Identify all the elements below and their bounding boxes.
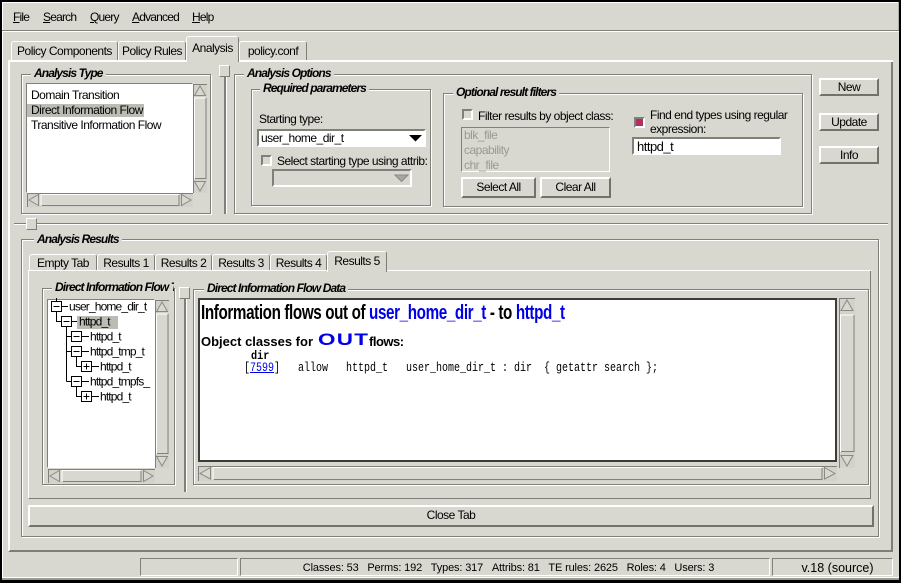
svg-text:httpd_t: httpd_t [100,390,132,404]
svg-text:user_home_dir_t: user_home_dir_t [69,300,148,314]
svg-text:httpd_t: httpd_t [79,315,111,329]
svg-text:httpd_t: httpd_t [90,330,122,344]
svg-text:httpd_tmp_t: httpd_tmp_t [90,345,146,359]
svg-text:httpd_t: httpd_t [100,360,132,374]
svg-text:httpd_tmpfs_: httpd_tmpfs_ [90,375,150,389]
